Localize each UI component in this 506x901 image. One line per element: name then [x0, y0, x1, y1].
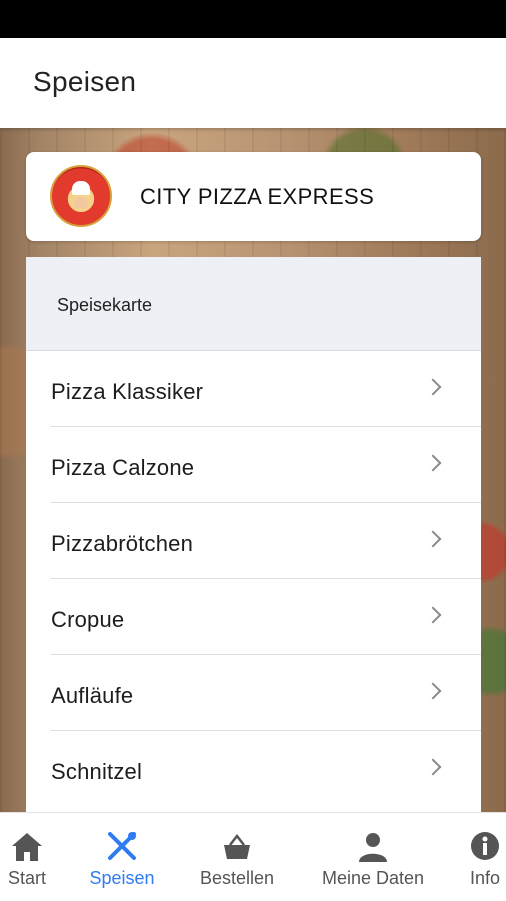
menu-item-pizza-calzone[interactable]: Pizza Calzone — [26, 427, 481, 503]
menu-item-cropue[interactable]: Cropue — [26, 579, 481, 655]
menu-item-label: Schnitzel — [51, 759, 143, 784]
chevron-right-icon — [424, 682, 442, 700]
nav-start[interactable]: Start — [0, 813, 54, 901]
app-bar: Speisen — [0, 38, 506, 128]
home-icon — [12, 833, 42, 861]
chevron-right-icon — [424, 454, 442, 472]
bottom-navigation: Start Speisen Bestellen Meine Daten Info — [0, 812, 506, 901]
nav-label: Start — [7, 868, 46, 888]
menu-item-label: Cropue — [51, 607, 125, 632]
menu-item-pizza-klassiker[interactable]: Pizza Klassiker — [26, 351, 481, 427]
menu-item-label: Pizza Klassiker — [51, 379, 204, 404]
menu-item-schnitzel[interactable]: Schnitzel — [26, 731, 481, 807]
nav-info[interactable]: Info — [464, 813, 506, 901]
status-bar — [0, 0, 506, 38]
restaurant-card: CITY PIZZA EXPRESS — [26, 152, 481, 241]
nav-meine-daten[interactable]: Meine Daten — [314, 813, 432, 901]
basket-icon — [224, 833, 250, 859]
nav-label: Meine Daten — [321, 868, 425, 888]
page-title: Speisen — [33, 66, 137, 97]
chevron-right-icon — [424, 530, 442, 548]
restaurant-name: CITY PIZZA EXPRESS — [140, 184, 375, 209]
chevron-right-icon — [424, 758, 442, 776]
menu-header: Speisekarte — [26, 257, 481, 351]
menu-header-label: Speisekarte — [57, 295, 153, 315]
cutlery-icon — [108, 832, 136, 860]
pizza-chef-logo-icon — [50, 165, 112, 227]
nav-speisen[interactable]: Speisen — [84, 813, 160, 901]
person-icon — [359, 833, 387, 862]
nav-label: Speisen — [89, 868, 155, 888]
menu-item-label: Pizza Calzone — [51, 455, 195, 480]
content-area[interactable]: CITY PIZZA EXPRESS Speisekarte Pizza Kla… — [0, 128, 506, 812]
menu-item-label: Pizzabrötchen — [51, 531, 194, 556]
chevron-right-icon — [424, 378, 442, 396]
menu-item-pizzabroetchen[interactable]: Pizzabrötchen — [26, 503, 481, 579]
nav-bestellen[interactable]: Bestellen — [192, 813, 282, 901]
nav-label: Info — [469, 868, 501, 888]
menu-item-auflaeufe[interactable]: Aufläufe — [26, 655, 481, 731]
nav-label: Bestellen — [199, 868, 275, 888]
chevron-right-icon — [424, 606, 442, 624]
menu-item-label: Aufläufe — [51, 683, 134, 708]
menu-list: Speisekarte Pizza Klassiker Pizza Calzon… — [26, 257, 481, 812]
info-icon — [471, 832, 499, 860]
